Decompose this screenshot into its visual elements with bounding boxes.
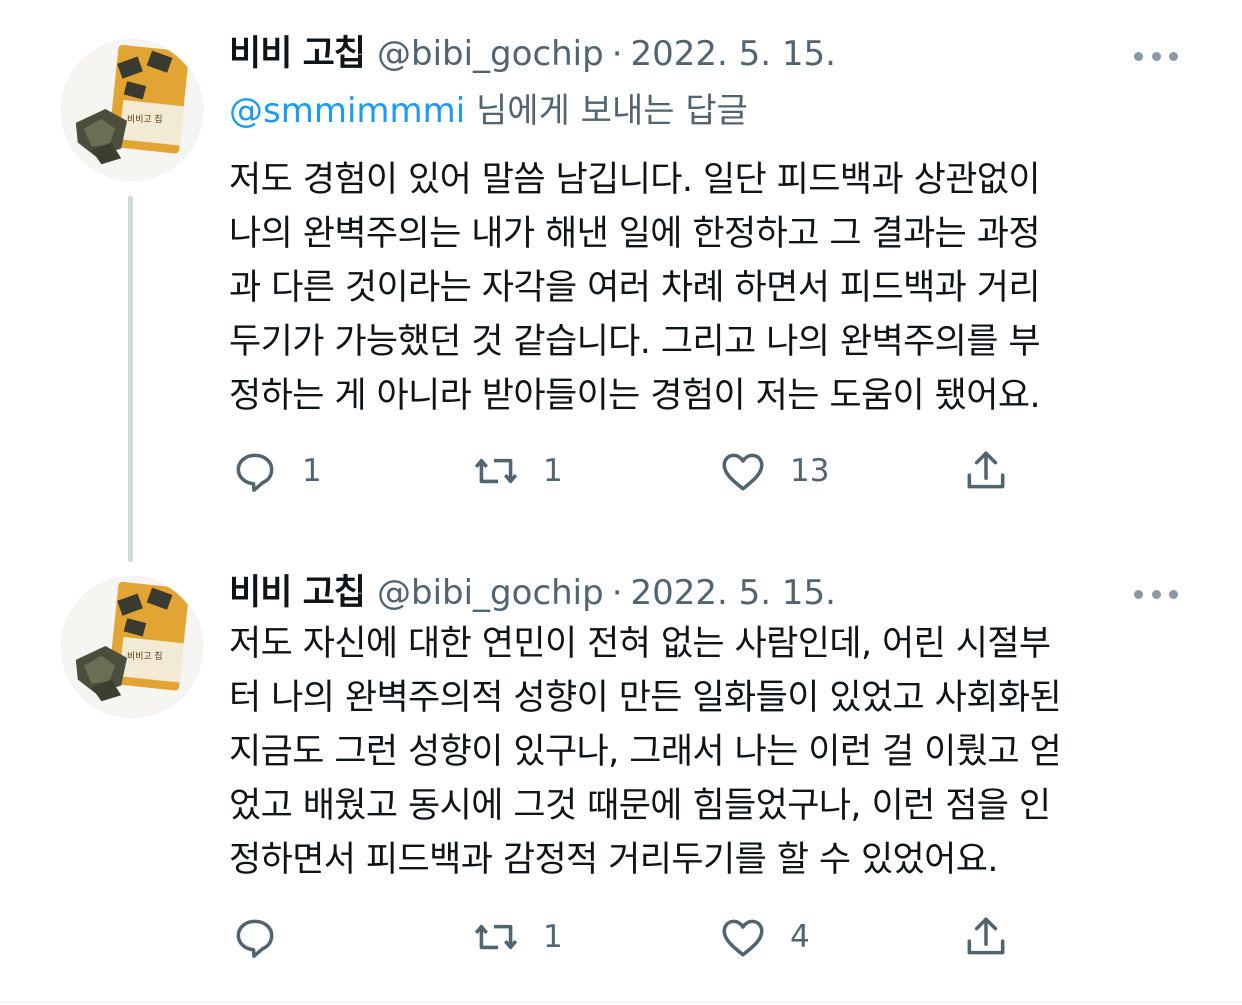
tweet-text-line: 저도 자신에 대한 연민이 전혀 없는 사람인데, 어린 시절부 [229, 624, 1051, 664]
like-count: 13 [790, 453, 830, 489]
tweet-date[interactable]: 2022. 5. 15. [631, 568, 836, 618]
tweet-text-line: 지금도 그런 성향이 있구나, 그래서 나는 이런 걸 이뤘고 얻 [229, 732, 1062, 772]
retweet-count: 1 [543, 919, 563, 955]
heart-icon [722, 919, 764, 957]
separator-dot: · [611, 34, 623, 74]
tweet-text-line: 과 다른 것이라는 자각을 여러 차례 하면서 피드백과 거리 [229, 268, 1041, 308]
reply-button[interactable]: 1 [230, 446, 322, 496]
like-button[interactable]: 4 [718, 912, 810, 962]
separator-dot: · [611, 573, 623, 613]
more-dots-icon [1169, 589, 1178, 599]
user-handle[interactable]: @bibi_gochip [377, 568, 604, 618]
like-button[interactable]: 13 [718, 446, 829, 496]
tweet-date[interactable]: 2022. 5. 15. [631, 29, 836, 79]
share-button[interactable] [961, 446, 1011, 496]
avatar-brand-text: 비비고 칩 [127, 114, 162, 125]
more-dots-icon [1151, 589, 1161, 599]
avatar-image: 비비고 칩 [62, 577, 202, 717]
retweet-button[interactable]: 1 [471, 912, 563, 962]
reply-button[interactable] [230, 912, 302, 962]
share-button[interactable] [961, 912, 1011, 962]
tweet-text-line: 저도 경험이 있어 말씀 남깁니다. 일단 피드백과 상관없이 [229, 160, 1041, 200]
retweet-arrows-icon [474, 458, 518, 484]
tweet-text-line: 두기가 가능했던 것 같습니다. 그리고 나의 완벽주의를 부 [229, 322, 1041, 362]
thread-connector-line [128, 196, 133, 562]
heart-icon [722, 453, 764, 491]
tweet-text-line: 터 나의 완벽주의적 성향이 만든 일화들이 있었고 사회화된 [229, 678, 1062, 718]
tweet-text-line: 정하는 게 아니라 받아들이는 경험이 저는 도움이 됐어요. [229, 376, 1041, 416]
display-name[interactable]: 비비 고칩 [229, 568, 366, 618]
avatar-brand-text: 비비고 칩 [127, 651, 162, 662]
speech-bubble-icon [236, 453, 274, 492]
user-handle[interactable]: @bibi_gochip [377, 29, 604, 79]
retweet-arrows-icon [474, 924, 518, 950]
tweet-text-line: 나의 완벽주의는 내가 해낸 일에 한정하고 그 결과는 과정 [229, 214, 1041, 254]
avatar[interactable]: 비비고 칩 [61, 39, 203, 181]
reply-count: 1 [302, 453, 322, 489]
share-upload-icon [967, 451, 1005, 489]
more-options-button[interactable] [1134, 46, 1178, 66]
more-dots-icon [1134, 589, 1143, 599]
tweet-text: 저도 자신에 대한 연민이 전혀 없는 사람인데, 어린 시절부 터 나의 완벽… [229, 617, 1189, 887]
tweet-text-line: 었고 배웠고 동시에 그것 때문에 힘들었구나, 이런 점을 인 [229, 786, 1051, 826]
share-upload-icon [967, 917, 1005, 955]
speech-bubble-icon [236, 919, 274, 958]
more-dots-icon [1134, 51, 1143, 61]
avatar-image: 비비고 칩 [62, 40, 202, 180]
display-name[interactable]: 비비 고칩 [229, 29, 366, 79]
tweet-text-line: 정하면서 피드백과 감정적 거리두기를 할 수 있었어요. [229, 840, 998, 880]
divider [0, 1002, 1242, 1003]
tweet-header: 비비 고칩 @bibi_gochip · 2022. 5. 15. [229, 29, 836, 79]
more-dots-icon [1169, 51, 1178, 61]
like-count: 4 [790, 919, 810, 955]
retweet-button[interactable]: 1 [471, 446, 563, 496]
retweet-count: 1 [543, 453, 563, 489]
more-dots-icon [1151, 51, 1161, 61]
reply-mention-link[interactable]: @smmimmmi [229, 91, 465, 131]
reply-to-suffix: 님에게 보내는 답글 [465, 91, 748, 131]
tweet-text: 저도 경험이 있어 말씀 남깁니다. 일단 피드백과 상관없이 나의 완벽주의는… [229, 153, 1189, 423]
tweet-header: 비비 고칩 @bibi_gochip · 2022. 5. 15. [229, 568, 836, 618]
avatar[interactable]: 비비고 칩 [61, 576, 203, 718]
more-options-button[interactable] [1134, 584, 1178, 604]
replying-to-line: @smmimmmi 님에게 보내는 답글 [229, 86, 748, 136]
